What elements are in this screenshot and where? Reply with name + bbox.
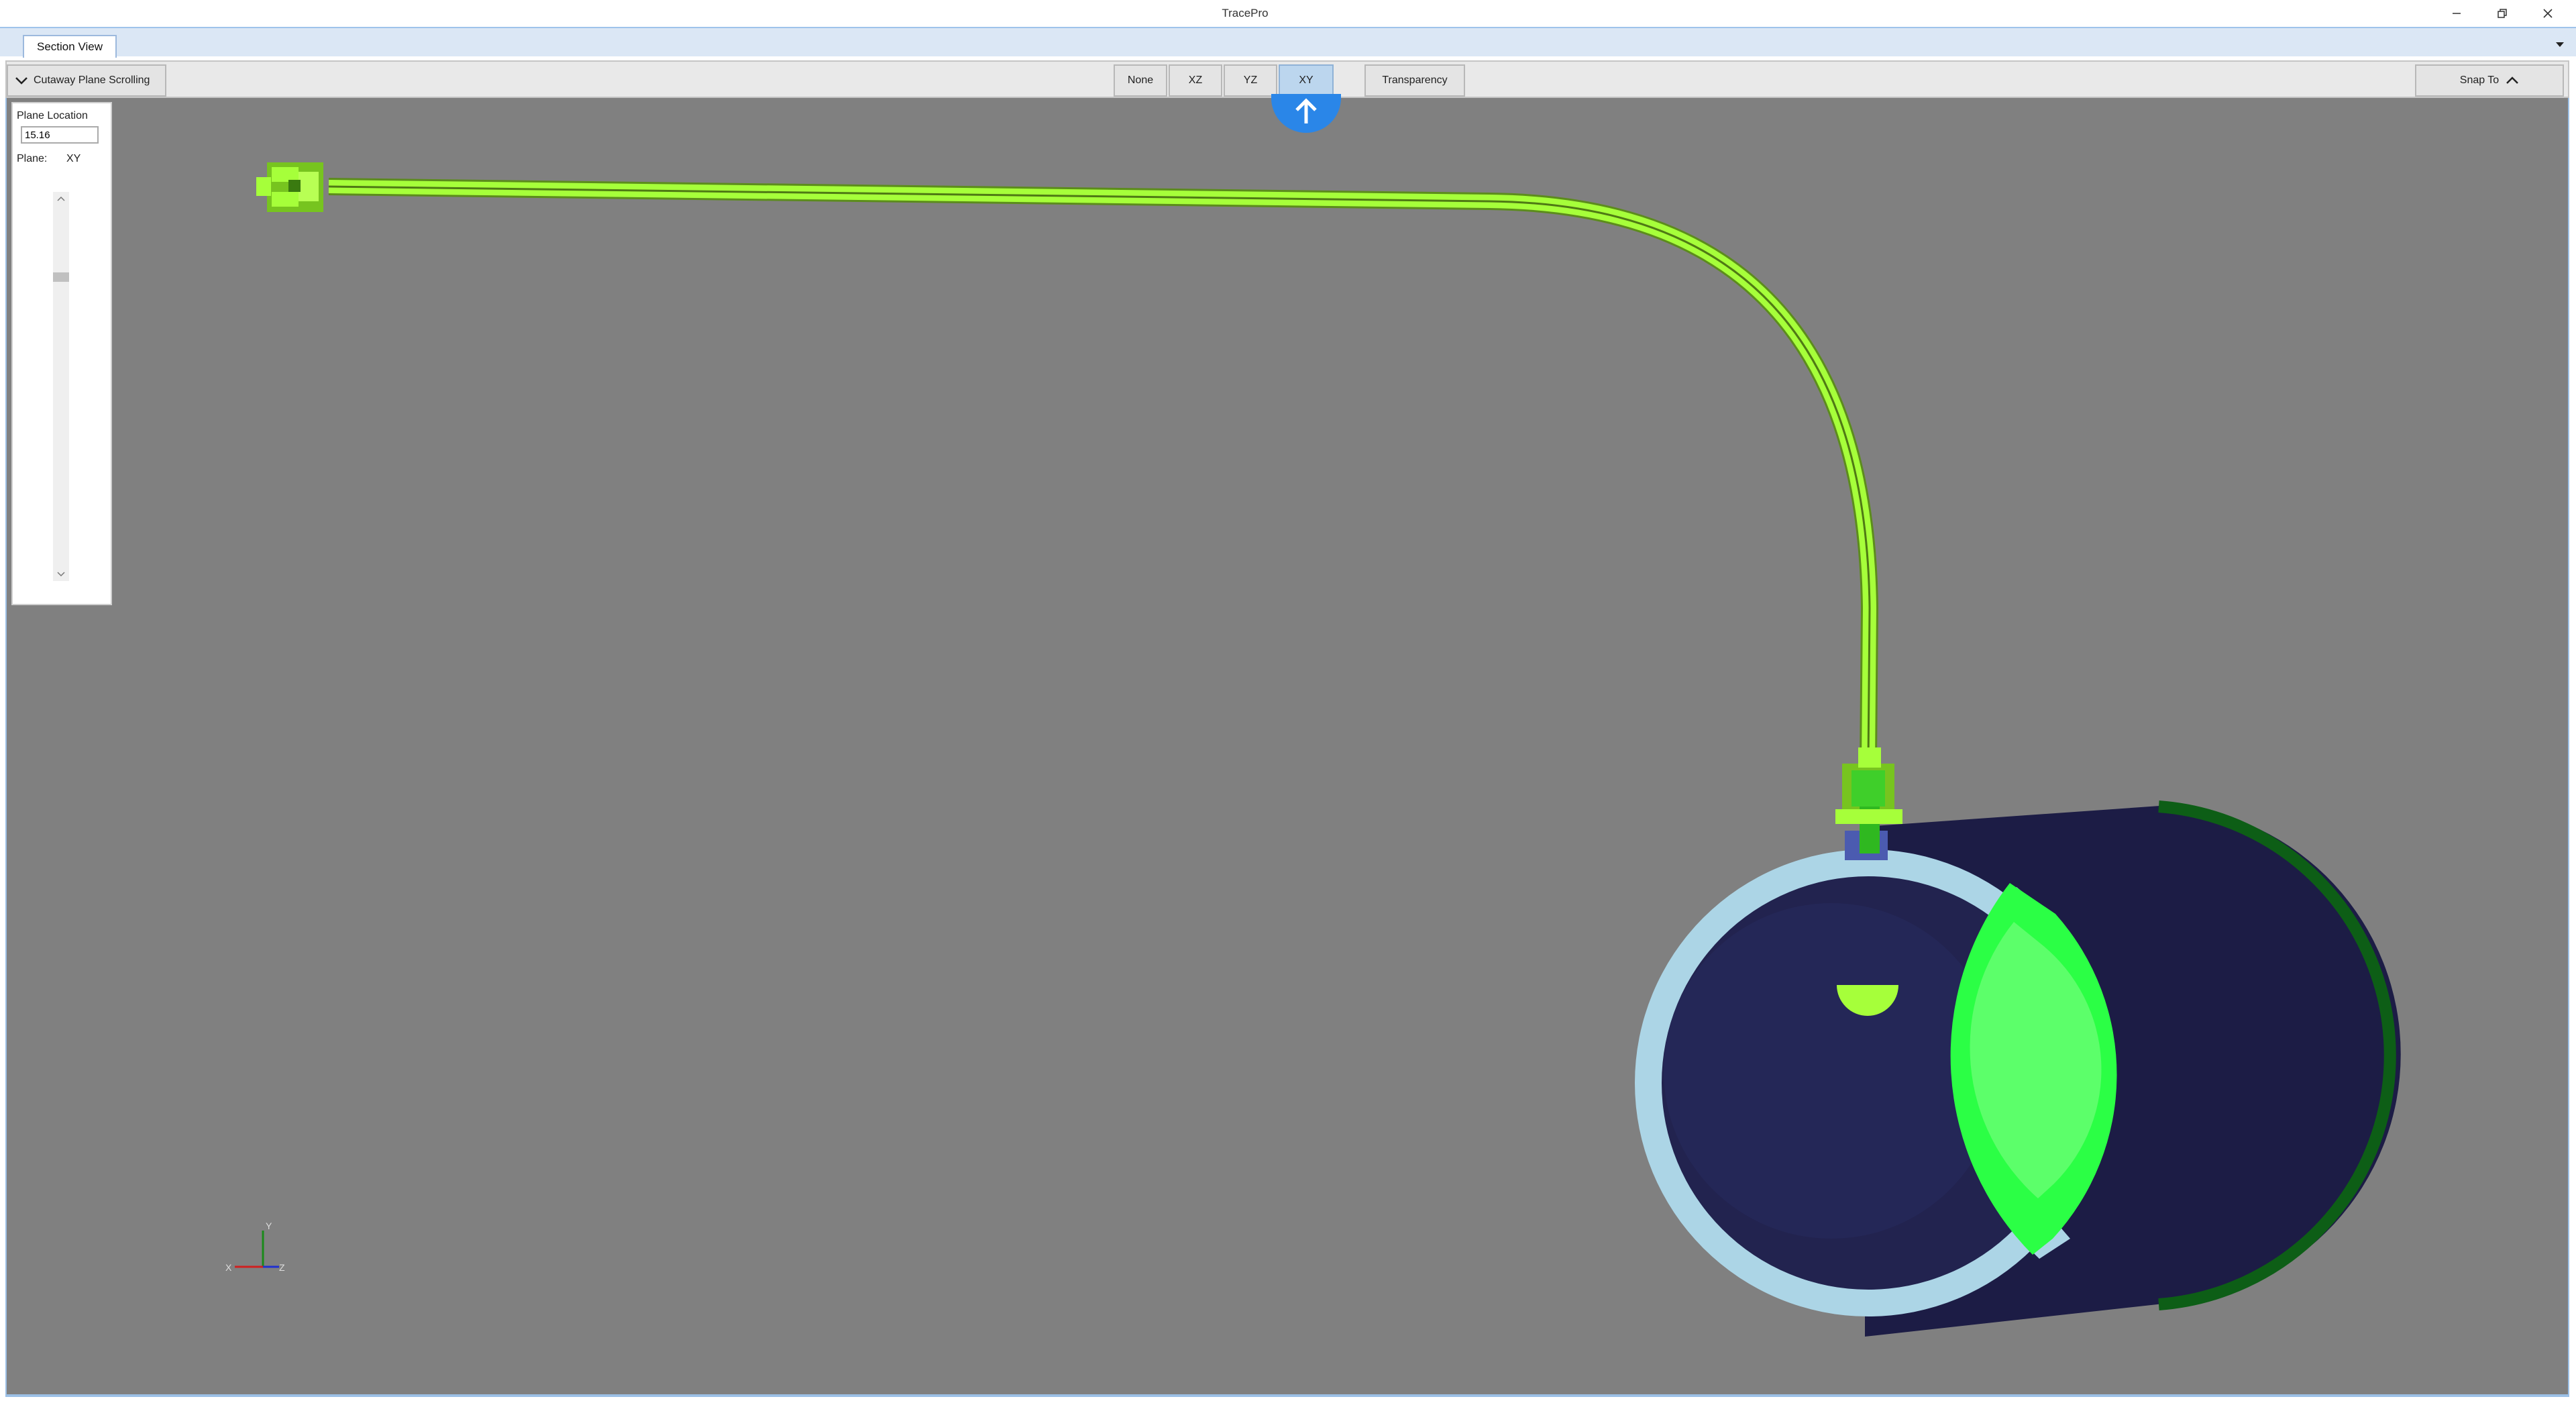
cutaway-label: Cutaway Plane Scrolling <box>34 74 150 86</box>
close-button[interactable] <box>2525 0 2571 27</box>
plane-xz-button[interactable]: XZ <box>1169 64 1222 97</box>
3d-viewport[interactable]: Y X Z <box>5 98 2569 1397</box>
plane-yz-button[interactable]: YZ <box>1224 64 1277 97</box>
close-icon <box>2543 9 2553 18</box>
window-title: TracePro <box>1222 7 1269 19</box>
restore-button[interactable] <box>2479 0 2525 27</box>
axis-y-label: Y <box>266 1221 272 1231</box>
arrow-up-icon <box>1295 98 1317 123</box>
restore-icon <box>2498 9 2507 18</box>
slider-thumb[interactable] <box>53 272 69 282</box>
plane-label: Plane: <box>17 153 48 164</box>
plane-location-label: Plane Location <box>17 110 88 121</box>
plane-scroll-slider[interactable] <box>53 192 69 581</box>
cutaway-plane-scrolling-button[interactable]: Cutaway Plane Scrolling <box>7 64 166 97</box>
plane-none-button[interactable]: None <box>1114 64 1167 97</box>
slider-down-arrow[interactable] <box>53 568 69 581</box>
plane-location-input[interactable] <box>21 126 99 144</box>
tab-section-view[interactable]: Section View <box>23 35 117 58</box>
title-bar: TracePro <box>0 0 2576 27</box>
snap-to-label: Snap To <box>2459 74 2500 86</box>
fiber-tube <box>328 178 1879 763</box>
cutaway-toolbar: Cutaway Plane Scrolling None XZ YZ XY Tr… <box>5 60 2569 98</box>
tab-list-dropdown[interactable] <box>2551 38 2569 51</box>
model-scene: Y X Z <box>225 162 2401 1337</box>
chevron-down-icon <box>57 572 65 577</box>
caret-down-icon <box>2556 42 2564 47</box>
minimize-icon <box>2453 13 2461 14</box>
plane-location-panel: Plane Location Plane: XY <box>11 102 112 605</box>
axis-x-label: X <box>225 1262 232 1273</box>
chevron-up-icon <box>57 196 65 201</box>
fiber-connector-left <box>256 162 323 212</box>
plane-xy-button[interactable]: XY <box>1279 64 1334 97</box>
snap-to-button[interactable]: Snap To <box>2415 64 2564 97</box>
transparency-button[interactable]: Transparency <box>1364 64 1465 97</box>
chevron-up-icon <box>2506 76 2519 84</box>
axis-z-label: Z <box>279 1262 285 1273</box>
slider-up-arrow[interactable] <box>53 192 69 205</box>
document-tab-strip: Section View <box>0 27 2576 58</box>
plane-value: XY <box>66 153 81 164</box>
chevron-down-icon <box>15 77 28 85</box>
minimize-button[interactable] <box>2434 0 2479 27</box>
axis-triad: Y X Z <box>225 1221 285 1273</box>
